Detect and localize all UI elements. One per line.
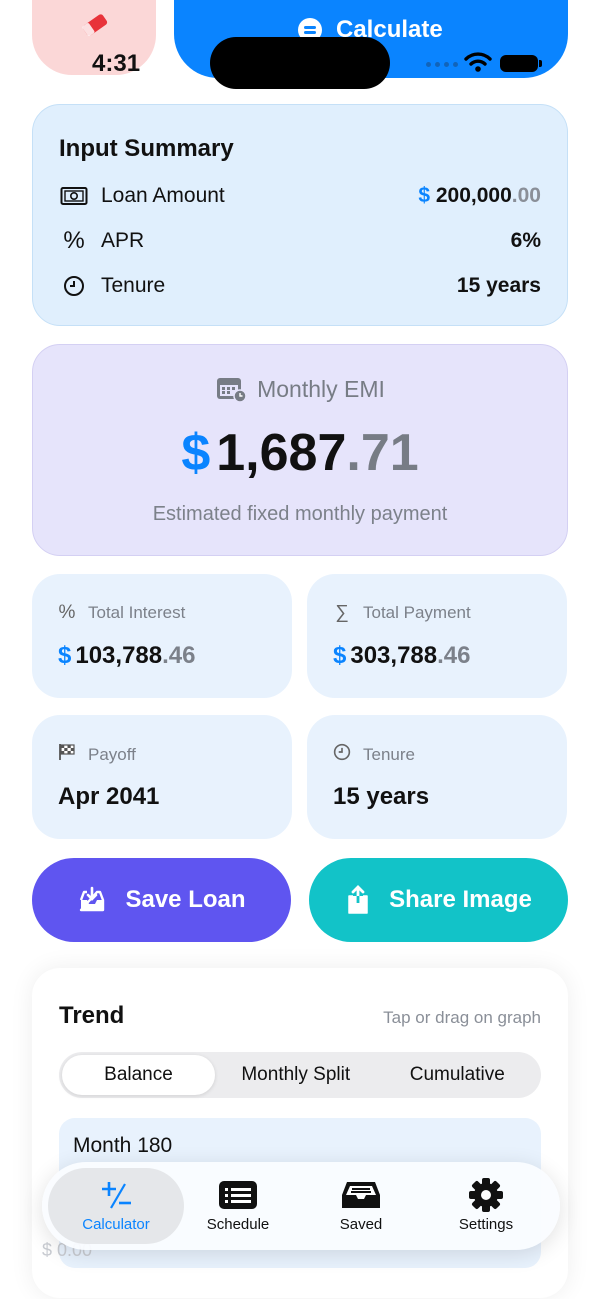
tenure-label: Tenure [101,274,166,297]
payoff-card: Payoff Apr 2041 [32,715,292,839]
trend-segmented-control: Balance Monthly Split Cumulative [59,1052,541,1098]
total-payment-card: ∑ Total Payment $303,788.46 [307,574,567,698]
month-label: Month 180 [73,1134,173,1157]
tray-download-icon [80,886,105,912]
emi-amount: $1,687.71 [181,424,419,482]
save-loan-label: Save Loan [125,886,246,913]
tab-settings-label: Settings [458,1215,514,1233]
segment-cumulative[interactable]: Cumulative [377,1055,539,1095]
tab-calculator[interactable]: Calculator [48,1168,184,1244]
apr-value: 6% [510,229,541,252]
wifi-icon [464,52,492,72]
banknote-icon [59,181,89,211]
input-summary-title: Input Summary [59,135,234,162]
clock-icon [59,271,89,301]
tab-schedule-label: Schedule [206,1215,270,1233]
trend-hint: Tap or drag on graph [383,1008,541,1027]
sigma-icon: ∑ [335,602,349,623]
payoff-value: Apr 2041 [58,783,160,810]
share-image-label: Share Image [389,886,532,913]
tab-calculator-label: Calculator [82,1215,150,1233]
tab-bar: Calculator Schedule Saved Settings [42,1162,560,1250]
total-interest-value: $103,788.46 [58,642,196,669]
tenure-card: Tenure 15 years [307,715,567,839]
tenure-value: 15 years [456,274,541,297]
tenure-card-value: 15 years [333,783,430,810]
share-image-button[interactable]: Share Image [309,858,568,942]
list-icon [218,1180,258,1210]
tray-icon [341,1180,381,1210]
tab-saved[interactable]: Saved [299,1168,423,1244]
loan-amount-value: $ 200,000.00 [418,184,541,207]
total-payment-label: Total Payment [363,603,471,622]
calendar-clock-icon [217,378,247,403]
total-interest-card: % Total Interest $103,788.46 [32,574,292,698]
total-payment-value: $303,788.46 [333,642,471,669]
clock-icon [333,743,351,767]
payoff-label: Payoff [88,745,136,764]
trend-title: Trend [59,1002,125,1029]
save-loan-button[interactable]: Save Loan [32,858,291,942]
gear-icon [469,1177,503,1212]
signal-icon [426,62,458,67]
plus-minus-icon [99,1180,133,1210]
eraser-icon [82,14,108,36]
apr-row: % APR 6% [59,226,541,256]
monthly-emi-card: Monthly EMI $1,687.71 Estimated fixed mo… [32,344,568,556]
tab-saved-label: Saved [339,1215,383,1233]
apr-label: APR [101,229,145,252]
tenure-card-label: Tenure [363,745,415,764]
emi-header: Monthly EMI [33,375,567,403]
flag-checkered-icon [58,743,76,767]
input-summary-card: Input Summary Loan Amount $ 200,000.00 %… [32,104,568,326]
status-time: 4:31 [92,50,141,77]
emi-subtitle: Estimated fixed monthly payment [152,503,448,525]
tab-settings[interactable]: Settings [424,1168,548,1244]
tenure-row: Tenure 15 years [59,271,541,301]
share-icon [348,885,368,914]
emi-label: Monthly EMI [257,375,385,402]
battery-icon [500,55,542,72]
tab-schedule[interactable]: Schedule [176,1168,300,1244]
dynamic-island [210,37,390,89]
loan-amount-row: Loan Amount $ 200,000.00 [59,181,541,211]
total-interest-label: Total Interest [88,603,186,622]
segment-balance[interactable]: Balance [62,1055,215,1095]
percent-icon: % [58,602,76,623]
loan-amount-label: Loan Amount [101,184,225,207]
percent-icon: % [63,227,85,254]
segment-monthly-split[interactable]: Monthly Split [215,1055,377,1095]
